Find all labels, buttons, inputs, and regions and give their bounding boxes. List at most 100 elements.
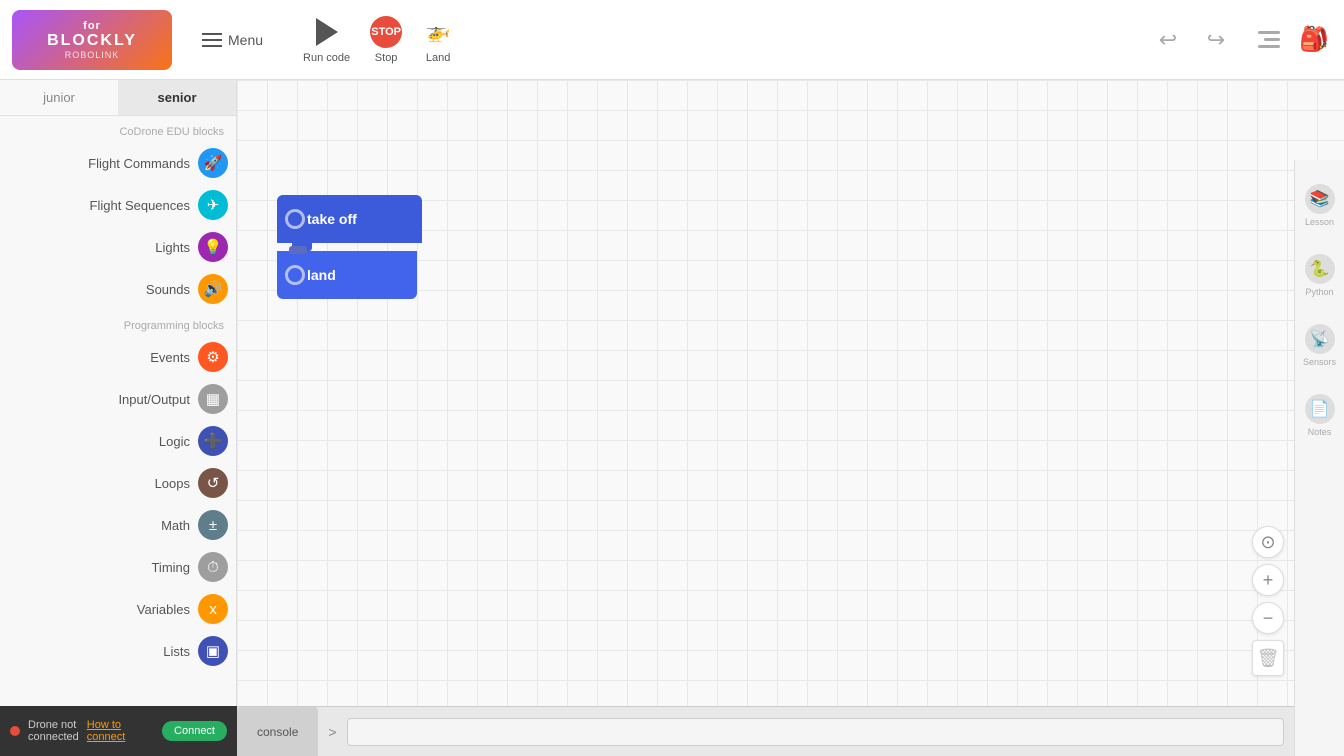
sensors-label: Sensors (1303, 357, 1336, 367)
sidebar-item-events[interactable]: Events ⚙ (0, 336, 236, 378)
python-panel-button[interactable]: 🐍 Python (1295, 240, 1344, 310)
lesson-icon: 📚 (1305, 184, 1335, 214)
land-label: Land (426, 52, 450, 64)
sidebar-item-logic[interactable]: Logic ➕ (0, 420, 236, 462)
run-code-button[interactable]: Run code (303, 16, 350, 64)
loops-icon: ↺ (198, 468, 228, 498)
console-panel: console > (237, 706, 1294, 756)
workspace[interactable]: take off land ⊙ + − 🗑 (237, 80, 1344, 756)
timing-label: Timing (151, 560, 190, 575)
logic-icon: ➕ (198, 426, 228, 456)
flight-sequences-label: Flight Sequences (90, 198, 190, 213)
redo-button[interactable]: ↪ (1200, 24, 1232, 56)
loops-label: Loops (155, 476, 190, 491)
sounds-label: Sounds (146, 282, 190, 297)
sidebar-item-timing[interactable]: Timing ⏱ (0, 546, 236, 588)
sidebar-item-flight-commands[interactable]: Flight Commands 🚀 (0, 142, 236, 184)
logic-label: Logic (159, 434, 190, 449)
sidebar-item-flight-sequences[interactable]: Flight Sequences ✈ (0, 184, 236, 226)
block-group: take off land (277, 195, 422, 299)
lists-label: Lists (163, 644, 190, 659)
take-off-label: take off (307, 211, 357, 227)
lesson-panel-button[interactable]: 📚 Lesson (1295, 170, 1344, 240)
logo-sub: ROBOLINK (65, 50, 120, 60)
lights-icon: 💡 (198, 232, 228, 262)
app-logo: for BLOCKLY ROBOLINK (12, 10, 172, 70)
tab-junior[interactable]: junior (0, 80, 118, 115)
python-label: Python (1305, 287, 1333, 297)
variables-icon: x (198, 594, 228, 624)
flight-commands-label: Flight Commands (88, 156, 190, 171)
lists-icon: ▣ (198, 636, 228, 666)
stop-button[interactable]: STOP Stop (370, 16, 402, 64)
sidebar-item-input-output[interactable]: Input/Output ▦ (0, 378, 236, 420)
lesson-label: Lesson (1305, 217, 1334, 227)
input-output-label: Input/Output (118, 392, 190, 407)
toolbar: for BLOCKLY ROBOLINK Menu Run code STOP … (0, 0, 1344, 80)
block-notch (289, 246, 307, 254)
menu-label: Menu (228, 32, 263, 48)
sidebar-item-lights[interactable]: Lights 💡 (0, 226, 236, 268)
how-to-connect-link[interactable]: How to connect (87, 719, 154, 743)
lights-label: Lights (155, 240, 190, 255)
hamburger-icon (202, 33, 222, 47)
reset-view-button[interactable]: ⊙ (1252, 526, 1284, 558)
workspace-controls: ⊙ + − 🗑 (1252, 526, 1284, 676)
sensors-icon: 📡 (1305, 324, 1335, 354)
flight-sequences-icon: ✈ (198, 190, 228, 220)
undo-button[interactable]: ↩ (1152, 24, 1184, 56)
section-programming-label: Programming blocks (0, 310, 236, 336)
toolbar-actions: Run code STOP Stop 🚁 Land (303, 16, 454, 64)
menu-button[interactable]: Menu (192, 26, 273, 54)
sidebar-item-sounds[interactable]: Sounds 🔊 (0, 268, 236, 310)
flight-commands-icon: 🚀 (198, 148, 228, 178)
right-panel: 📚 Lesson 🐍 Python 📡 Sensors 📄 Notes (1294, 160, 1344, 756)
console-chevron-icon: > (318, 724, 346, 740)
view-options-button[interactable] (1248, 24, 1280, 56)
notes-panel-button[interactable]: 📄 Notes (1295, 380, 1344, 450)
events-icon: ⚙ (198, 342, 228, 372)
stop-label: Stop (375, 52, 398, 64)
land-label: land (307, 267, 336, 283)
sidebar-item-math[interactable]: Math ± (0, 504, 236, 546)
connect-button[interactable]: Connect (162, 721, 227, 741)
sounds-icon: 🔊 (198, 274, 228, 304)
connection-status-text: Drone not connected (28, 719, 79, 743)
math-label: Math (161, 518, 190, 533)
tab-senior[interactable]: senior (118, 80, 236, 115)
sensors-panel-button[interactable]: 📡 Sensors (1295, 310, 1344, 380)
sidebar: junior senior CoDrone EDU blocks Flight … (0, 80, 237, 756)
math-icon: ± (198, 510, 228, 540)
sidebar-tabs: junior senior (0, 80, 236, 116)
logo-brand: BLOCKLY (47, 32, 137, 50)
toolbar-right: ↩ ↪ 🎒 (1152, 22, 1332, 58)
section-codrone-label: CoDrone EDU blocks (0, 116, 236, 142)
connection-status-dot (10, 726, 20, 736)
zoom-in-button[interactable]: + (1252, 564, 1284, 596)
zoom-out-button[interactable]: − (1252, 602, 1284, 634)
status-bar: Drone not connected How to connect Conne… (0, 706, 237, 756)
sidebar-item-variables[interactable]: Variables x (0, 588, 236, 630)
backpack-button[interactable]: 🎒 (1296, 22, 1332, 58)
run-icon (311, 16, 343, 48)
sidebar-item-loops[interactable]: Loops ↺ (0, 462, 236, 504)
land-button[interactable]: 🚁 Land (422, 16, 454, 64)
timing-icon: ⏱ (198, 552, 228, 582)
input-output-icon: ▦ (198, 384, 228, 414)
console-input[interactable] (347, 718, 1284, 746)
events-label: Events (150, 350, 190, 365)
notes-label: Notes (1308, 427, 1332, 437)
land-block[interactable]: land (277, 251, 417, 299)
sidebar-item-lists[interactable]: Lists ▣ (0, 630, 236, 672)
logo-for: for (83, 20, 101, 32)
stop-icon: STOP (370, 16, 402, 48)
land-icon: 🚁 (422, 16, 454, 48)
main-content: junior senior CoDrone EDU blocks Flight … (0, 80, 1344, 756)
console-tab[interactable]: console (237, 707, 318, 756)
run-code-label: Run code (303, 52, 350, 64)
notes-icon: 📄 (1305, 394, 1335, 424)
trash-button[interactable]: 🗑 (1252, 640, 1284, 676)
variables-label: Variables (137, 602, 190, 617)
python-icon: 🐍 (1305, 254, 1335, 284)
take-off-block[interactable]: take off (277, 195, 422, 243)
